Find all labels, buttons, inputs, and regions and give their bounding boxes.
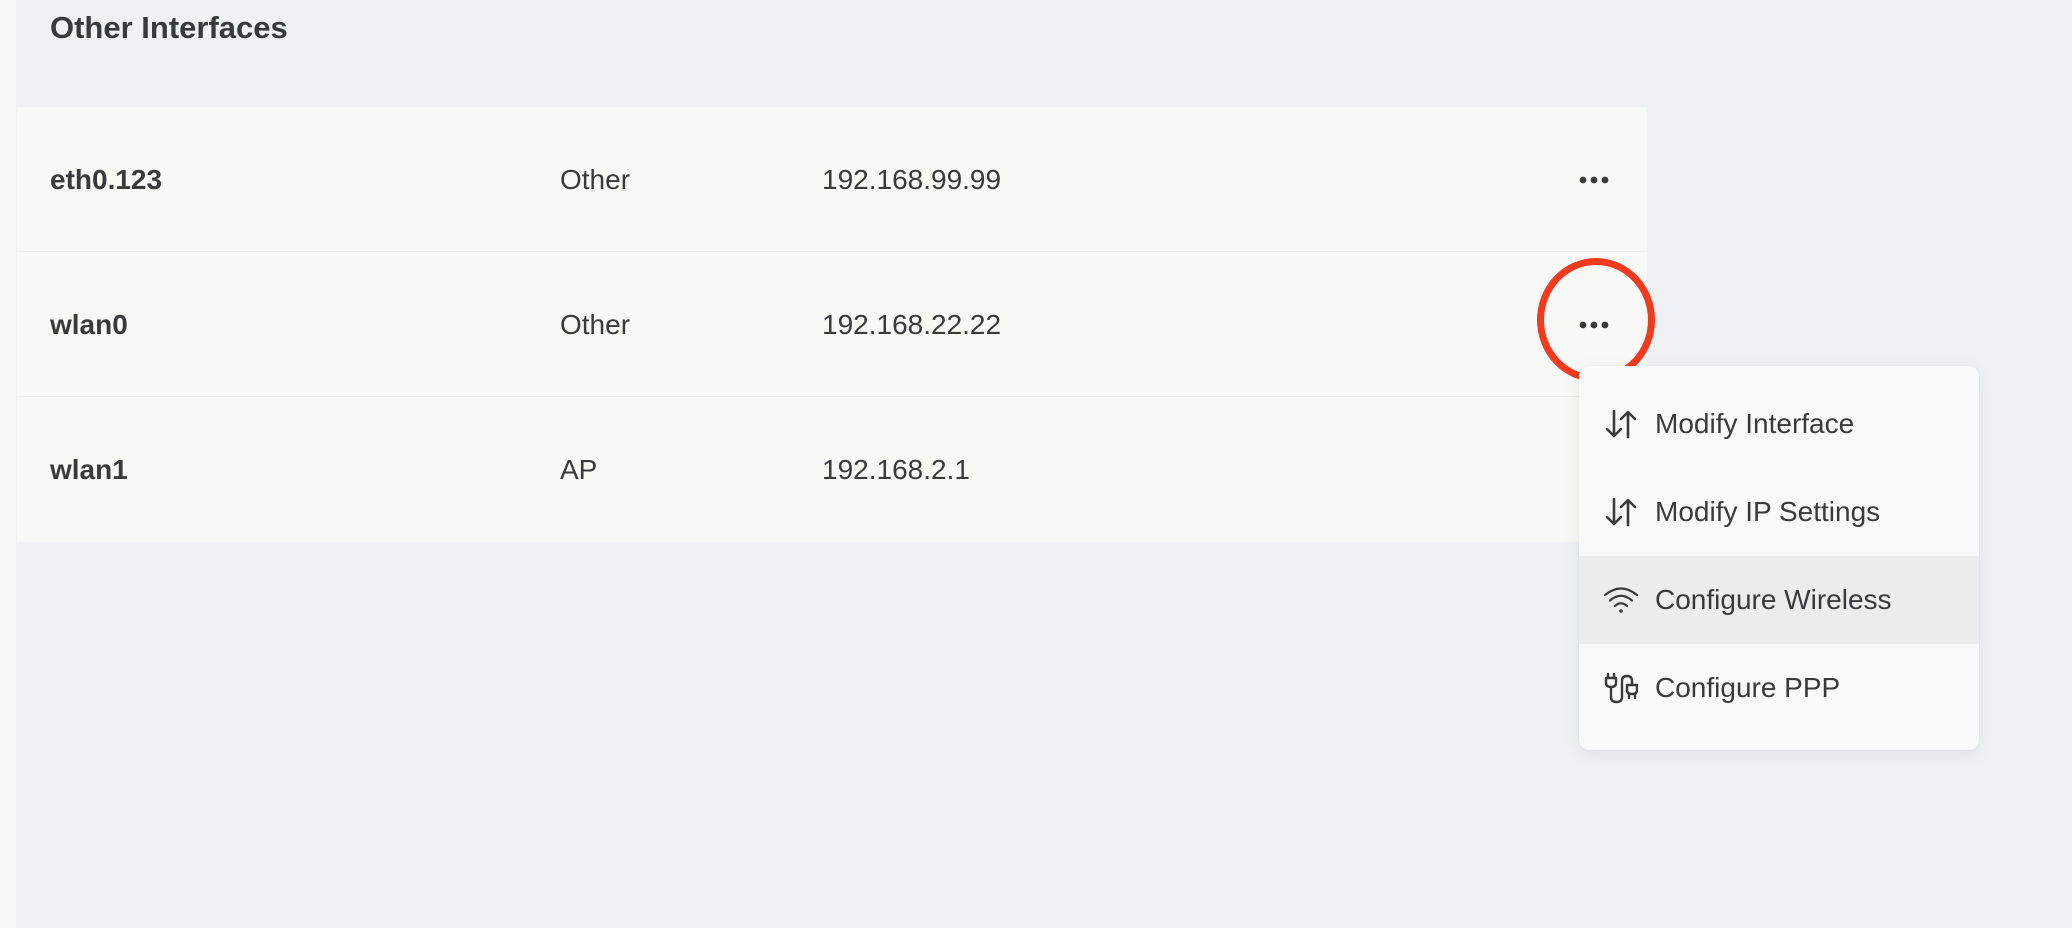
interface-type: AP [560, 454, 598, 485]
menu-item-label: Modify Interface [1655, 408, 1855, 439]
context-menu: Modify Interface Modify IP Settings Conf… [1579, 366, 1979, 750]
sidebar-edge [0, 0, 16, 928]
menu-item-modify-interface[interactable]: Modify Interface [1579, 380, 1979, 468]
menu-item-label: Configure Wireless [1655, 584, 1892, 615]
table-row: wlan1 AP 192.168.2.1 [17, 397, 1647, 542]
menu-item-configure-ppp[interactable]: Configure PPP [1579, 644, 1979, 732]
menu-item-configure-wireless[interactable]: Configure Wireless [1579, 556, 1979, 644]
interface-type: Other [560, 309, 631, 340]
ellipsis-icon [1579, 176, 1609, 184]
arrows-updown-icon [1603, 406, 1639, 442]
interface-name: wlan1 [50, 454, 128, 485]
interface-ip: 192.168.2.1 [822, 454, 970, 485]
arrows-updown-icon [1603, 494, 1639, 530]
interface-type: Other [560, 164, 631, 195]
menu-item-label: Configure PPP [1655, 672, 1841, 703]
ellipsis-icon [1579, 321, 1609, 329]
interface-name: wlan0 [50, 309, 128, 340]
more-options-button[interactable] [1573, 304, 1615, 346]
interface-ip: 192.168.99.99 [822, 164, 1002, 195]
wifi-icon [1603, 582, 1639, 618]
interface-ip: 192.168.22.22 [822, 309, 1002, 340]
more-options-button[interactable] [1573, 159, 1615, 201]
section-title: Other Interfaces [50, 10, 288, 45]
plug-icon [1603, 670, 1639, 706]
interface-name: eth0.123 [50, 164, 163, 195]
table-row: eth0.123 Other 192.168.99.99 [17, 107, 1647, 252]
menu-item-label: Modify IP Settings [1655, 496, 1881, 527]
interfaces-table: eth0.123 Other 192.168.99.99 wlan0 Other… [17, 107, 1647, 542]
table-row: wlan0 Other 192.168.22.22 [17, 252, 1647, 397]
menu-item-modify-ip-settings[interactable]: Modify IP Settings [1579, 468, 1979, 556]
